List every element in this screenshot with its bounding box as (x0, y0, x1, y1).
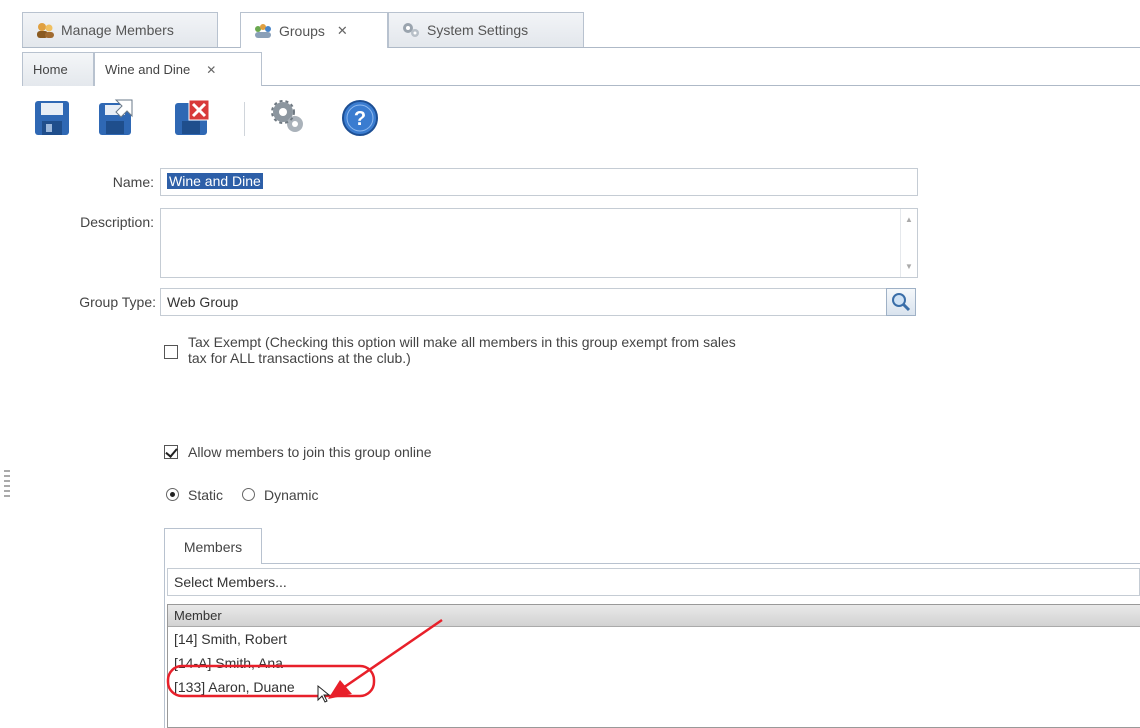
select-members-label: Select Members... (174, 574, 287, 590)
gear-icon (403, 23, 419, 37)
toolbar: ? (22, 90, 622, 150)
help-icon[interactable]: ? (340, 98, 380, 138)
groups-icon (255, 23, 271, 38)
static-label: Static (188, 487, 224, 503)
name-field[interactable]: Wine and Dine (160, 168, 918, 196)
member-name: [14] Smith, Robert (174, 631, 287, 647)
select-members-button[interactable]: Select Members... (167, 568, 1140, 596)
tab-wine-and-dine[interactable]: Wine and Dine ✕ (94, 52, 262, 86)
dynamic-radio[interactable] (242, 488, 255, 501)
allow-online-label: Allow members to join this group online (188, 444, 432, 460)
tab-manage-members[interactable]: Manage Members (22, 12, 218, 47)
tab-system-settings[interactable]: System Settings (388, 12, 584, 47)
tab-label: Manage Members (61, 22, 174, 38)
group-type-label: Group Type: (79, 294, 156, 310)
members-grid: Member [14] Smith, Robert [14-A] Smith, … (167, 604, 1140, 728)
name-label: Name: (112, 174, 154, 190)
description-field[interactable]: ▲ ▼ (160, 208, 918, 278)
page: Manage Members Groups ✕ System Settings … (22, 0, 1140, 728)
save-icon[interactable] (32, 98, 72, 138)
tab-label: Home (33, 62, 68, 77)
tab-members[interactable]: Members (164, 528, 262, 564)
tab-label: Groups (279, 22, 325, 39)
tab-label: System Settings (427, 22, 529, 38)
splitter-handle[interactable] (4, 470, 10, 500)
tax-exempt-label: Tax Exempt (Checking this option will ma… (188, 334, 928, 366)
table-row[interactable]: [133] Aaron, Duane (168, 675, 1140, 699)
svg-text:?: ? (354, 108, 366, 130)
save-close-icon[interactable] (172, 98, 212, 138)
dynamic-label: Dynamic (264, 487, 319, 503)
table-row[interactable]: [14-A] Smith, Ana (168, 651, 1140, 675)
search-icon (892, 293, 911, 312)
close-icon[interactable]: ✕ (337, 23, 348, 39)
toolbar-separator (244, 102, 245, 136)
save-new-icon[interactable] (96, 98, 136, 138)
group-type-field[interactable]: Web Group (160, 288, 888, 316)
group-type-search-button[interactable] (886, 288, 916, 316)
member-name: [14-A] Smith, Ana (174, 655, 283, 671)
member-name: [133] Aaron, Duane (174, 679, 295, 695)
members-icon (37, 23, 54, 38)
description-label: Description: (80, 214, 154, 230)
scroll-up-icon[interactable]: ▲ (905, 215, 913, 224)
close-icon[interactable]: ✕ (206, 63, 216, 77)
table-row[interactable]: [14] Smith, Robert (168, 627, 1140, 651)
left-edge (0, 0, 22, 728)
tab-label: Wine and Dine (105, 62, 191, 77)
settings-gears-icon[interactable] (268, 98, 308, 138)
sub-tab-strip: Home Wine and Dine ✕ (22, 52, 1140, 86)
description-scrollbar[interactable]: ▲ ▼ (900, 209, 917, 277)
tax-exempt-label-line2: tax for ALL transactions at the club.) (188, 350, 411, 366)
static-radio[interactable] (166, 488, 179, 501)
name-value: Wine and Dine (167, 173, 263, 189)
tab-groups[interactable]: Groups ✕ (240, 12, 388, 48)
tax-exempt-checkbox[interactable] (164, 345, 178, 359)
column-header-member[interactable]: Member (168, 605, 1140, 627)
tax-exempt-label-line1: Tax Exempt (Checking this option will ma… (188, 334, 736, 350)
main-tab-strip: Manage Members Groups ✕ System Settings (22, 12, 1140, 48)
allow-online-checkbox[interactable] (164, 445, 178, 459)
tab-home[interactable]: Home (22, 52, 94, 86)
tab-label: Members (183, 538, 243, 555)
scroll-down-icon[interactable]: ▼ (905, 262, 913, 271)
group-type-value: Web Group (167, 294, 239, 310)
